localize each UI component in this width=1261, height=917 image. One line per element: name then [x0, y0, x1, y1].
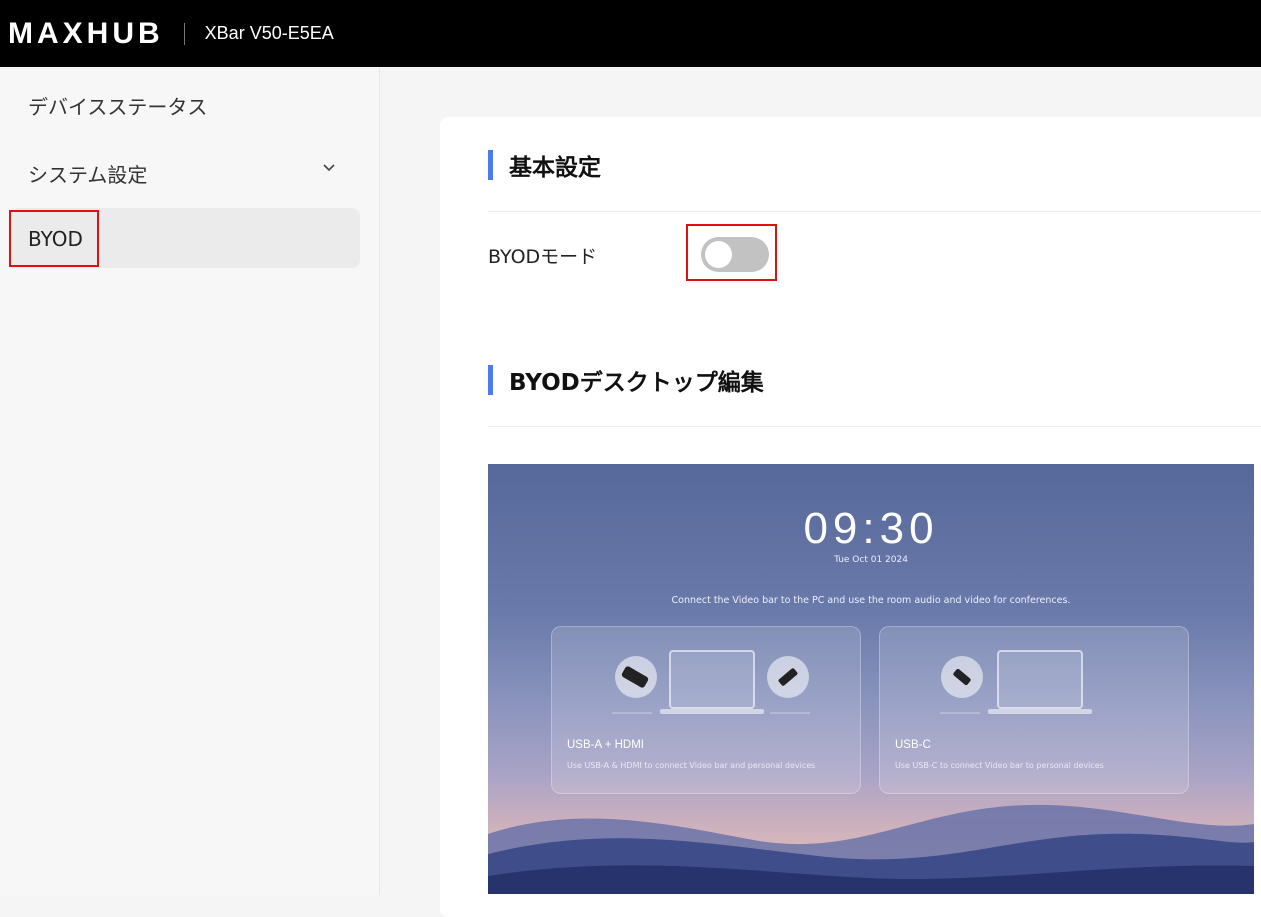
preview-clock: 09:30: [803, 504, 939, 553]
sidebar-item-byod-label: BYOD: [28, 226, 83, 251]
byod-mode-toggle[interactable]: [701, 237, 769, 272]
preview-card-desc: Use USB-C to connect Video bar to person…: [895, 761, 1104, 770]
sidebar-item-system-settings[interactable]: システム設定: [10, 143, 360, 203]
device-name: XBar V50-E5EA: [204, 23, 334, 43]
preview-date: Tue Oct 01 2024: [834, 555, 908, 565]
brand-logo: MAXHUB: [8, 16, 164, 50]
preview-connect-text: Connect the Video bar to the PC and use …: [671, 595, 1071, 606]
laptop-cable-icon: [612, 650, 810, 714]
section-divider: [488, 426, 1261, 427]
toggle-knob: [705, 241, 732, 268]
byod-desktop-preview[interactable]: 09:30 Tue Oct 01 2024 Connect the Video …: [488, 464, 1254, 894]
toggle-highlight: [686, 224, 777, 281]
preview-card-desc: Use USB-A & HDMI to connect Video bar an…: [567, 761, 816, 770]
section-accent-bar: [488, 150, 493, 180]
section-accent-bar: [488, 365, 493, 395]
main-content: 基本設定 BYODモード BYODデスクトップ編集 09:30 Tue Oct …: [380, 67, 1261, 917]
preview-card-usba-hdmi: USB-A + HDMI Use USB-A & HDMI to connect…: [551, 626, 861, 794]
preview-card-title: USB-C: [895, 739, 931, 751]
laptop-usbc-icon: [940, 650, 1092, 714]
desktop-edit-heading: BYODデスクトップ編集: [488, 363, 764, 397]
sidebar: デバイスステータス システム設定 BYOD: [0, 67, 380, 895]
sidebar-item-label: システム設定: [28, 162, 148, 187]
byod-mode-label: BYODモード: [488, 246, 598, 268]
section-divider: [488, 211, 1261, 212]
section-title-text: BYODデスクトップ編集: [509, 370, 764, 396]
top-bar: MAXHUB XBar V50-E5EA: [0, 0, 1261, 67]
sidebar-item-device-status[interactable]: デバイスステータス: [10, 75, 360, 135]
basic-settings-heading: 基本設定: [488, 148, 601, 182]
header-divider: [183, 22, 185, 45]
preview-card-usbc: USB-C Use USB-C to connect Video bar to …: [879, 626, 1189, 794]
preview-card-title: USB-A + HDMI: [567, 739, 645, 751]
settings-card: 基本設定 BYODモード BYODデスクトップ編集 09:30 Tue Oct …: [440, 117, 1261, 917]
sidebar-item-label: デバイスステータス: [28, 94, 208, 119]
section-title-text: 基本設定: [509, 155, 601, 181]
chevron-down-icon: [323, 164, 335, 172]
preview-wave-background: [488, 804, 1254, 894]
sidebar-item-label: BYOD: [9, 210, 99, 267]
